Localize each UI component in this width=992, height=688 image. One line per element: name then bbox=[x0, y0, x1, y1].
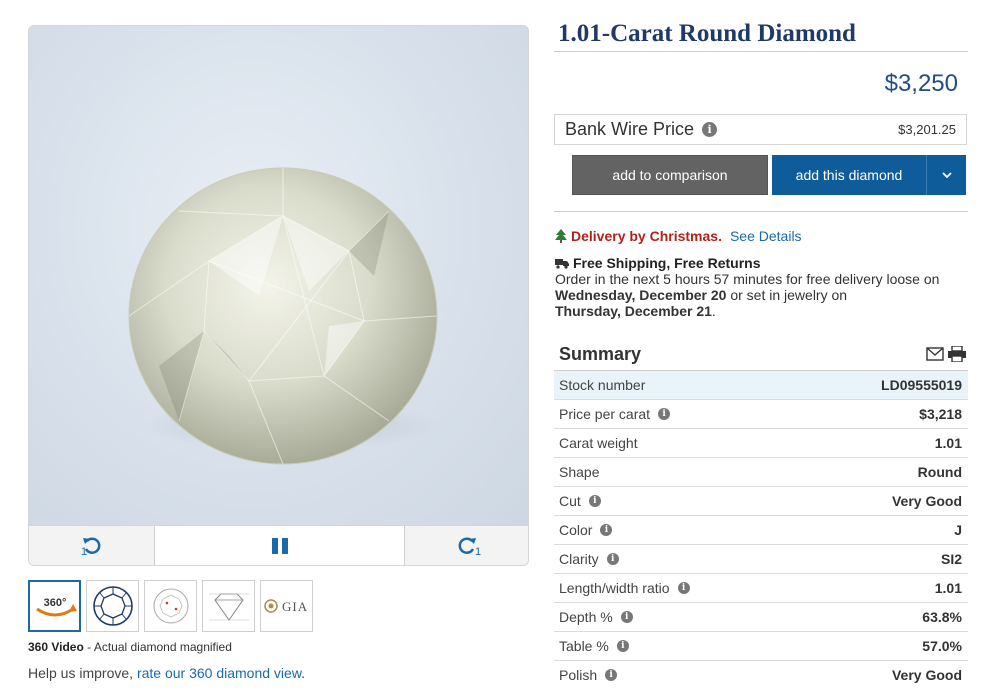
diamond-image[interactable] bbox=[29, 26, 528, 525]
row-label: Polish bbox=[559, 667, 598, 683]
action-buttons: add to comparison add this diamond bbox=[572, 155, 966, 195]
truck-icon bbox=[555, 258, 569, 269]
print-icon[interactable] bbox=[948, 346, 966, 362]
chevron-down-icon bbox=[941, 172, 952, 179]
info-icon[interactable]: i bbox=[605, 669, 618, 681]
row-label: Price per carat bbox=[559, 406, 651, 422]
rotate-right-step: 1 bbox=[475, 546, 482, 558]
row-label: Color bbox=[559, 522, 593, 538]
help-suffix: . bbox=[301, 665, 306, 681]
rate-viewer-link[interactable]: rate our 360 diamond view bbox=[137, 665, 301, 681]
row-label: Length/width ratio bbox=[559, 580, 670, 596]
product-price: $3,250 bbox=[884, 70, 958, 97]
diamond-top-diagram-icon bbox=[92, 586, 133, 626]
divider bbox=[554, 211, 968, 212]
delivery-date-jewelry: Thursday, December 21 bbox=[555, 303, 712, 319]
360-video-thumb[interactable]: 360° bbox=[28, 580, 81, 632]
diagram-top-thumb[interactable] bbox=[86, 580, 139, 632]
add-to-comparison-button[interactable]: add to comparison bbox=[572, 155, 768, 195]
delivery-notice: Delivery by Christmas. See Details bbox=[555, 228, 802, 244]
row-value: Very Good bbox=[891, 493, 962, 509]
360-label: 360° bbox=[43, 597, 66, 609]
profile-diagram-thumb[interactable] bbox=[202, 580, 255, 632]
row-value: SI2 bbox=[940, 551, 962, 567]
info-icon[interactable]: i bbox=[620, 611, 633, 623]
caption-bold: 360 Video bbox=[28, 640, 84, 654]
table-row: Color i J bbox=[554, 516, 968, 545]
viewer-caption: 360 Video - Actual diamond magnified bbox=[28, 640, 232, 654]
divider bbox=[554, 51, 968, 52]
row-value: 1.01 bbox=[934, 435, 962, 451]
gia-cert-thumb[interactable]: GIA bbox=[260, 580, 313, 632]
row-value: LD09555019 bbox=[881, 377, 962, 393]
table-row: Clarity i SI2 bbox=[554, 545, 968, 574]
viewer-controls: 1 1 bbox=[29, 525, 528, 565]
add-this-diamond-button[interactable]: add this diamond bbox=[772, 155, 926, 195]
bank-wire-price-row: Bank Wire Price i $3,201.25 bbox=[554, 114, 967, 145]
delivery-date-loose: Wednesday, December 20 bbox=[555, 287, 727, 303]
add-options-dropdown[interactable] bbox=[926, 155, 966, 195]
help-prefix: Help us improve, bbox=[28, 665, 137, 681]
email-icon[interactable] bbox=[926, 347, 944, 361]
info-icon[interactable]: i bbox=[600, 524, 613, 536]
info-icon[interactable]: i bbox=[658, 408, 671, 420]
row-value: 1.01 bbox=[934, 580, 962, 596]
shipping-info: Free Shipping, Free Returns Order in the… bbox=[555, 255, 955, 319]
row-label: Table % bbox=[559, 638, 609, 654]
delivery-headline: Delivery by Christmas. bbox=[571, 228, 722, 244]
summary-table: Summary Stock number LD09555019 Price pe… bbox=[554, 338, 968, 688]
info-icon[interactable]: i bbox=[677, 582, 690, 594]
media-thumbnails: 360° GIA bbox=[28, 580, 313, 632]
rotate-left-button[interactable]: 1 bbox=[29, 526, 154, 565]
pause-icon bbox=[271, 538, 288, 554]
pause-button[interactable] bbox=[154, 526, 405, 565]
row-label: Shape bbox=[559, 464, 600, 480]
table-row: Depth % i 63.8% bbox=[554, 603, 968, 632]
rotate-left-step: 1 bbox=[81, 546, 88, 558]
christmas-tree-icon bbox=[555, 229, 567, 243]
facet-plot-thumb[interactable] bbox=[144, 580, 197, 632]
row-label: Stock number bbox=[559, 377, 646, 393]
table-row: Cut i Very Good bbox=[554, 487, 968, 516]
row-label: Cut bbox=[559, 493, 581, 509]
summary-title: Summary bbox=[559, 343, 642, 364]
row-value: J bbox=[954, 522, 962, 538]
table-row: Price per carat i $3,218 bbox=[554, 400, 968, 429]
table-row: Table % i 57.0% bbox=[554, 632, 968, 661]
see-details-link[interactable]: See Details bbox=[730, 228, 802, 244]
shipping-line: Order in the next 5 hours 57 minutes for… bbox=[555, 271, 940, 287]
row-value: 63.8% bbox=[922, 609, 962, 625]
row-label: Clarity bbox=[559, 551, 599, 567]
table-row: Carat weight 1.01 bbox=[554, 429, 968, 458]
clarity-plot-icon bbox=[153, 588, 188, 624]
row-value: Very Good bbox=[891, 667, 962, 683]
info-icon[interactable]: i bbox=[616, 640, 629, 652]
shipping-end: . bbox=[711, 303, 716, 319]
row-value: Round bbox=[917, 464, 962, 480]
shipping-mid: or set in jewelry on bbox=[726, 287, 848, 303]
row-value: $3,218 bbox=[919, 406, 962, 422]
row-label: Carat weight bbox=[559, 435, 638, 451]
gia-label: GIA bbox=[282, 599, 308, 614]
profile-diagram-icon bbox=[208, 593, 249, 621]
product-title: 1.01-Carat Round Diamond bbox=[558, 20, 856, 47]
caption-rest: - Actual diamond magnified bbox=[83, 640, 232, 654]
info-icon[interactable]: i bbox=[606, 553, 619, 565]
table-row: Shape Round bbox=[554, 458, 968, 487]
feedback-line: Help us improve, rate our 360 diamond vi… bbox=[28, 665, 305, 681]
bank-wire-value: $3,201.25 bbox=[898, 122, 956, 137]
row-value: 57.0% bbox=[922, 638, 962, 654]
diamond-360-viewer[interactable]: 1 1 bbox=[28, 25, 529, 566]
table-row: Stock number LD09555019 bbox=[554, 371, 968, 400]
table-row: Polish i Very Good bbox=[554, 661, 968, 688]
row-label: Depth % bbox=[559, 609, 613, 625]
info-icon[interactable]: i bbox=[588, 495, 601, 507]
bank-wire-label: Bank Wire Price bbox=[565, 119, 695, 139]
shipping-heading: Free Shipping, Free Returns bbox=[573, 255, 761, 271]
info-icon[interactable]: i bbox=[702, 122, 718, 137]
table-row: Length/width ratio i 1.01 bbox=[554, 574, 968, 603]
rotate-right-button[interactable]: 1 bbox=[405, 526, 528, 565]
